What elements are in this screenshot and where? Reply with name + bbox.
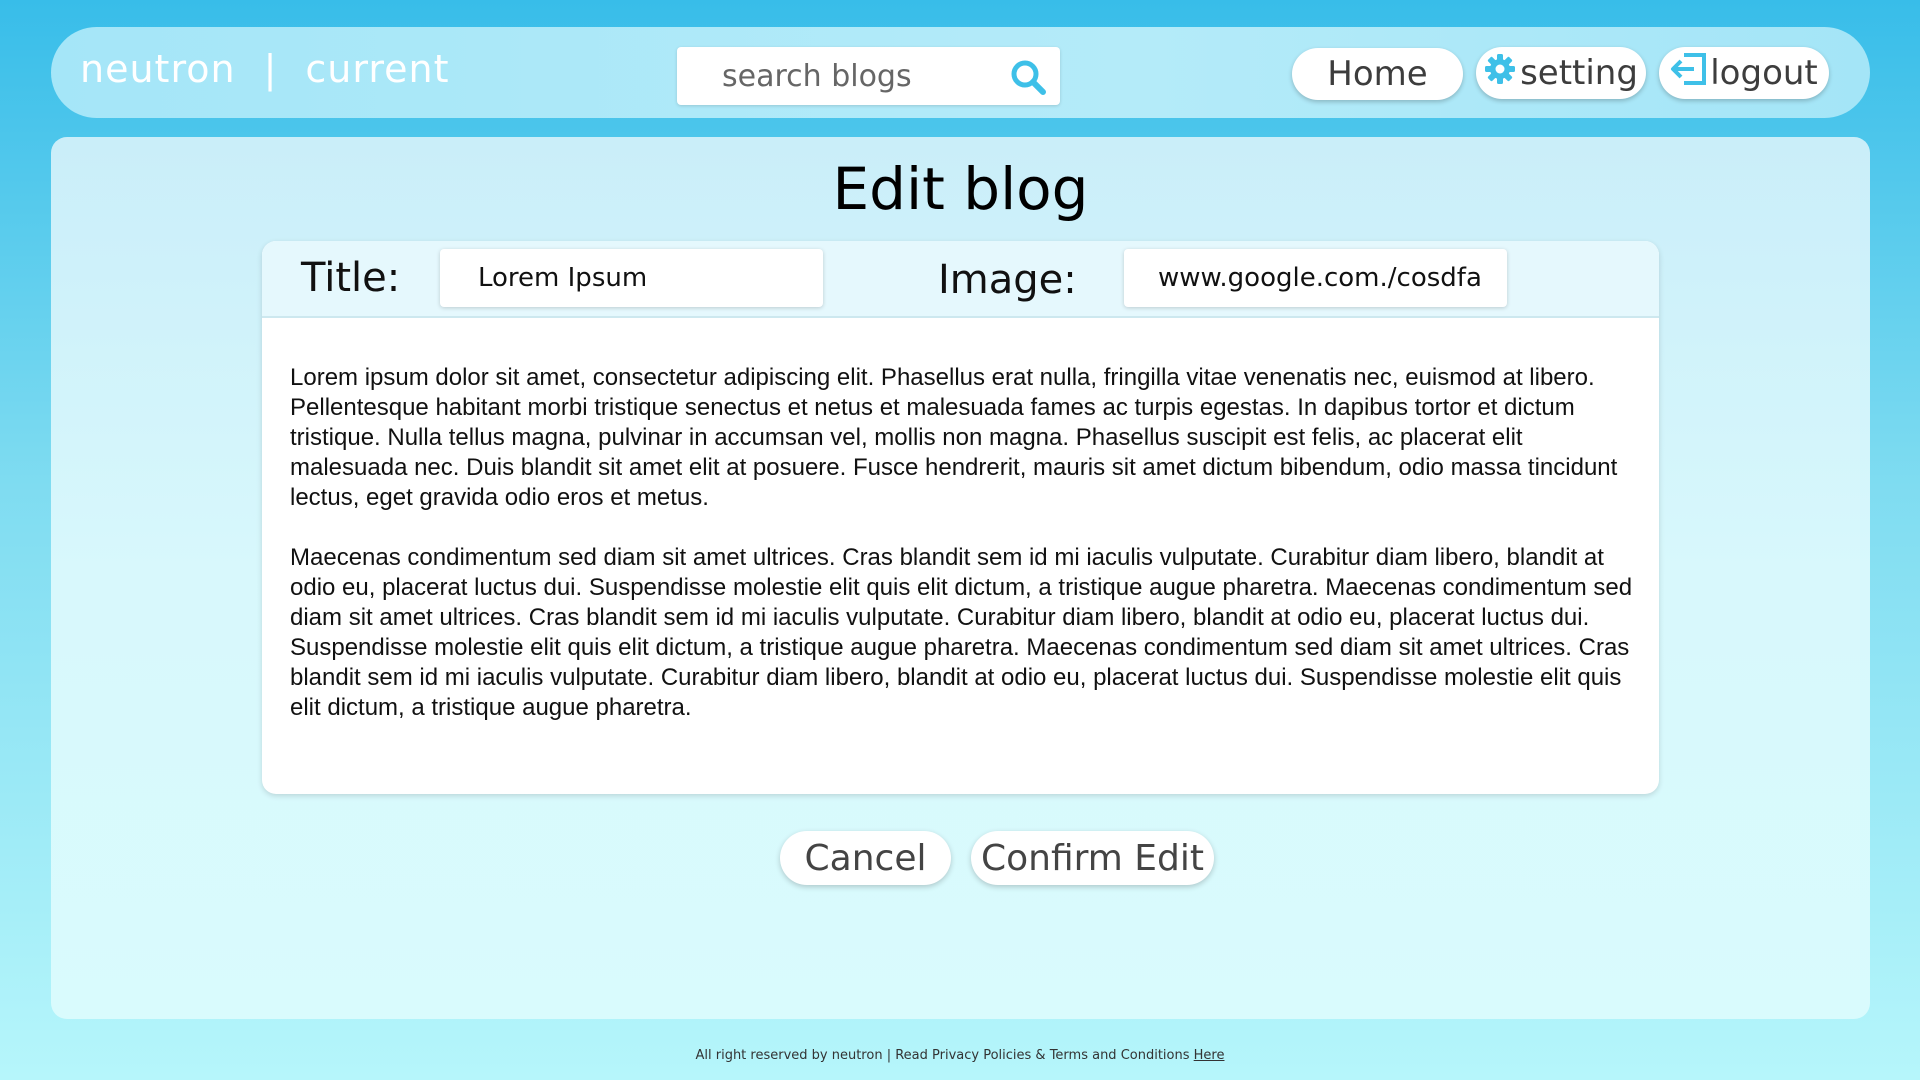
title-label: Title: xyxy=(301,255,401,301)
edit-blog-panel: Edit blog Title: Image: Lorem ipsum dolo… xyxy=(51,137,1870,1019)
brand-name: neutron xyxy=(80,47,236,91)
logout-icon xyxy=(1670,52,1710,95)
editor-header: Title: Image: xyxy=(262,241,1659,318)
brand-section: current xyxy=(305,47,450,91)
search-input[interactable] xyxy=(677,47,977,105)
cancel-button[interactable]: Cancel xyxy=(780,831,951,885)
blog-content-editor[interactable]: Lorem ipsum dolor sit amet, consectetur … xyxy=(290,363,1640,753)
title-field[interactable] xyxy=(440,249,823,307)
terms-link[interactable]: Here xyxy=(1194,1048,1225,1063)
home-button-label: Home xyxy=(1327,54,1428,94)
setting-button-label: setting xyxy=(1520,53,1638,93)
page-title: Edit blog xyxy=(832,155,1089,223)
brand-logo[interactable]: neutron | current xyxy=(80,47,449,91)
blog-editor: Title: Image: Lorem ipsum dolor sit amet… xyxy=(262,241,1659,794)
content-paragraph: Maecenas condimentum sed diam sit amet u… xyxy=(290,544,1633,721)
search-icon[interactable] xyxy=(1008,57,1048,97)
footer-text: All right reserved by neutron | Read Pri… xyxy=(695,1048,1190,1063)
image-label: Image: xyxy=(938,257,1077,303)
content-paragraph: Lorem ipsum dolor sit amet, consectetur … xyxy=(290,364,1618,511)
confirm-edit-button[interactable]: Confirm Edit xyxy=(971,831,1214,885)
brand-separator: | xyxy=(263,47,278,91)
logout-button[interactable]: logout xyxy=(1659,47,1829,99)
footer: All right reserved by neutron | Read Pri… xyxy=(0,1048,1920,1063)
image-url-field[interactable] xyxy=(1124,249,1507,307)
setting-button[interactable]: setting xyxy=(1476,47,1646,99)
logout-button-label: logout xyxy=(1710,53,1818,93)
top-navbar: neutron | current Home xyxy=(51,27,1870,118)
search-box xyxy=(677,47,1060,105)
home-button[interactable]: Home xyxy=(1292,48,1463,100)
gear-icon xyxy=(1484,53,1520,94)
